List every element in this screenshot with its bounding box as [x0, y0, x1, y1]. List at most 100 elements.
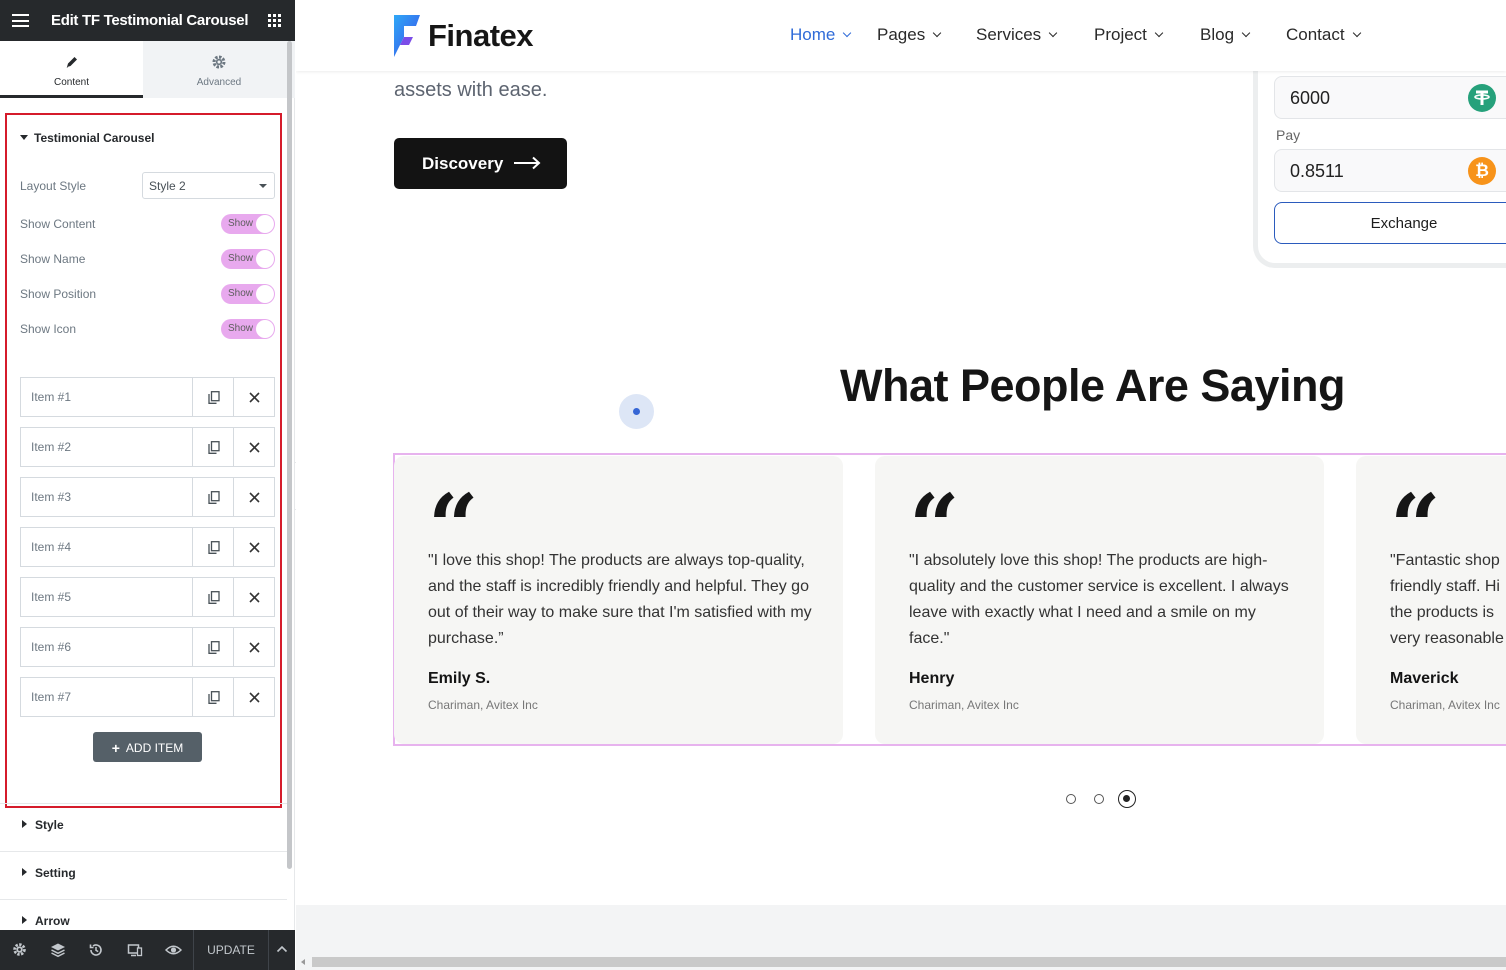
panel-title: Edit TF Testimonial Carousel: [51, 12, 249, 29]
settings-gear-icon[interactable]: [12, 942, 27, 957]
nav-label: Pages: [877, 25, 926, 44]
close-icon: [249, 442, 260, 453]
remove-button[interactable]: [234, 428, 275, 466]
editor-panel: Edit TF Testimonial Carousel Content Adv…: [0, 0, 295, 970]
duplicate-button[interactable]: [193, 378, 234, 416]
repeater-item[interactable]: Item #4: [20, 527, 275, 567]
duplicate-button[interactable]: [193, 528, 234, 566]
repeater-item-title[interactable]: Item #6: [21, 628, 193, 666]
scroll-thumb[interactable]: [312, 957, 1506, 967]
section-style[interactable]: Style: [0, 803, 287, 851]
remove-button[interactable]: [234, 678, 275, 716]
section-title: Testimonial Carousel: [34, 131, 155, 145]
repeater-item[interactable]: Item #3: [20, 477, 275, 517]
repeater-item[interactable]: Item #5: [20, 577, 275, 617]
update-button[interactable]: UPDATE: [193, 930, 268, 970]
pay-amount-field[interactable]: 0.8511 ₿: [1274, 149, 1506, 192]
duplicate-button[interactable]: [193, 628, 234, 666]
show-content-toggle[interactable]: Show: [221, 214, 275, 234]
pencil-icon: [66, 57, 77, 68]
duplicate-button[interactable]: [193, 578, 234, 616]
repeater-item-title[interactable]: Item #1: [21, 378, 193, 416]
nav-services[interactable]: Services: [976, 25, 1058, 45]
duplicate-button[interactable]: [193, 478, 234, 516]
logo-text[interactable]: Finatex: [428, 18, 534, 54]
caret-right-icon: [22, 916, 27, 924]
tab-content-label: Content: [53, 77, 90, 88]
remove-button[interactable]: [234, 378, 275, 416]
remove-button[interactable]: [234, 578, 275, 616]
repeater-item[interactable]: Item #7: [20, 677, 275, 717]
nav-contact[interactable]: Contact: [1286, 25, 1361, 45]
copy-icon: [208, 441, 220, 454]
testimonial-card[interactable]: “ "I love this shop! The products are al…: [394, 456, 843, 744]
show-name-toggle[interactable]: Show: [221, 249, 275, 269]
repeater-item[interactable]: Item #6: [20, 627, 275, 667]
plus-icon: +: [111, 740, 120, 756]
scroll-left-icon[interactable]: [301, 959, 305, 965]
chevron-down-icon: [1241, 28, 1251, 38]
repeater-item-title[interactable]: Item #5: [21, 578, 193, 616]
add-item-label: ADD ITEM: [125, 741, 184, 755]
duplicate-button[interactable]: [193, 678, 234, 716]
section-setting-title: Setting: [35, 866, 76, 880]
tab-content[interactable]: Content: [0, 41, 143, 98]
layout-style-select[interactable]: Style 2: [142, 172, 275, 199]
chevron-down-icon: [1048, 28, 1058, 38]
chevron-down-icon: [843, 28, 852, 38]
horizontal-scrollbar[interactable]: [296, 954, 1506, 970]
remove-button[interactable]: [234, 628, 275, 666]
menu-icon[interactable]: [12, 14, 29, 27]
repeater-item-title[interactable]: Item #7: [21, 678, 193, 716]
testimonial-card[interactable]: “ "Fantastic shop friendly staff. Hi the…: [1356, 456, 1506, 744]
section-testimonial-carousel[interactable]: Testimonial Carousel: [20, 131, 154, 145]
toggle-state: Show: [228, 323, 254, 334]
close-icon: [249, 492, 260, 503]
layers-icon[interactable]: [50, 942, 66, 958]
section-setting[interactable]: Setting: [0, 851, 287, 899]
testimonial-name: Henry: [909, 670, 955, 687]
exchange-button[interactable]: Exchange: [1274, 202, 1506, 244]
chevron-down-icon: [1352, 28, 1361, 38]
repeater-item-title[interactable]: Item #3: [21, 478, 193, 516]
get-amount-field[interactable]: 6000: [1274, 76, 1506, 119]
testimonial-card[interactable]: “ "I absolutely love this shop! The prod…: [875, 456, 1324, 744]
nav-project[interactable]: Project: [1094, 25, 1164, 45]
preview-eye-icon[interactable]: [165, 942, 182, 958]
nav-home[interactable]: Home: [790, 25, 852, 45]
responsive-icon[interactable]: [127, 942, 143, 958]
panel-tabs: Content Advanced: [0, 41, 295, 98]
cursor-indicator: [619, 394, 654, 429]
widgets-grid-icon[interactable]: [268, 14, 281, 27]
history-icon[interactable]: [88, 942, 104, 958]
show-position-toggle[interactable]: Show: [221, 284, 275, 304]
close-icon: [249, 392, 260, 403]
add-item-button[interactable]: + ADD ITEM: [93, 732, 202, 762]
copy-icon: [208, 641, 220, 654]
repeater-item[interactable]: Item #2: [20, 427, 275, 467]
remove-button[interactable]: [234, 478, 275, 516]
carousel-dot-2[interactable]: [1094, 794, 1104, 804]
section-arrow-title: Arrow: [35, 914, 70, 928]
update-options-button[interactable]: [268, 930, 295, 970]
nav-blog[interactable]: Blog: [1200, 25, 1251, 45]
remove-button[interactable]: [234, 528, 275, 566]
nav-pages[interactable]: Pages: [877, 25, 942, 45]
repeater-item-title[interactable]: Item #4: [21, 528, 193, 566]
chevron-down-icon: [259, 184, 267, 188]
copy-icon: [208, 591, 220, 604]
repeater-item[interactable]: Item #1: [20, 377, 275, 417]
finatex-logo-icon[interactable]: [394, 15, 420, 57]
carousel-dot-3[interactable]: [1118, 790, 1136, 808]
carousel-dot-1[interactable]: [1066, 794, 1076, 804]
panel-scrollbar[interactable]: [287, 41, 292, 869]
close-icon: [249, 692, 260, 703]
pay-amount-value: 0.8511: [1290, 161, 1344, 181]
show-icon-toggle[interactable]: Show: [221, 319, 275, 339]
duplicate-button[interactable]: [193, 428, 234, 466]
pay-label: Pay: [1276, 127, 1301, 143]
site-header: Finatex Home Pages Services Project Blog…: [296, 0, 1506, 71]
discovery-button[interactable]: Discovery: [394, 138, 567, 189]
repeater-item-title[interactable]: Item #2: [21, 428, 193, 466]
tab-advanced[interactable]: Advanced: [143, 41, 295, 98]
